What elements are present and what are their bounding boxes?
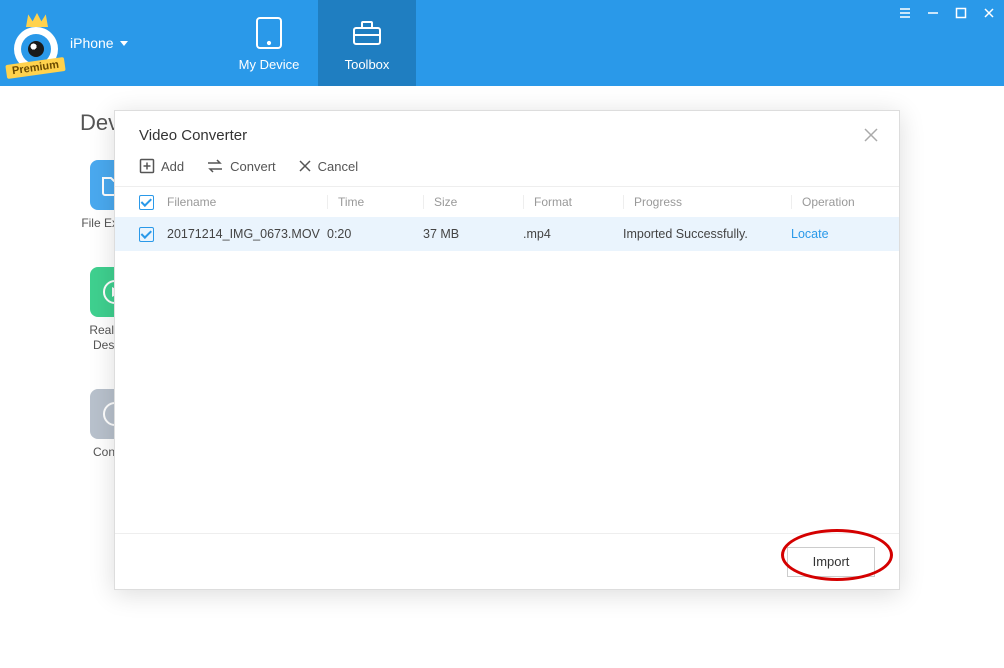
toolbox-icon xyxy=(349,15,385,51)
nav-tabs: My Device Toolbox xyxy=(220,0,416,86)
col-progress: Progress xyxy=(623,195,791,209)
col-size: Size xyxy=(423,195,523,209)
col-format: Format xyxy=(523,195,623,209)
cancel-button[interactable]: Cancel xyxy=(298,158,358,174)
window-maximize-button[interactable] xyxy=(952,4,970,22)
window-controls xyxy=(896,4,998,22)
locate-link[interactable]: Locate xyxy=(791,227,829,241)
premium-badge: Premium xyxy=(5,57,65,79)
cell-format: .mp4 xyxy=(523,227,623,241)
chevron-down-icon xyxy=(120,41,128,46)
table-header: Filename Time Size Format Progress Opera… xyxy=(115,187,899,217)
modal-footer: Import xyxy=(115,533,899,589)
modal-close-button[interactable] xyxy=(863,127,879,143)
convert-button[interactable]: Convert xyxy=(206,158,276,174)
video-converter-modal: Video Converter Add Convert Cancel Filen… xyxy=(114,110,900,590)
col-time: Time xyxy=(327,195,423,209)
app-header: Premium iPhone My Device Toolbox xyxy=(0,0,1004,86)
add-label: Add xyxy=(161,159,184,174)
window-minimize-button[interactable] xyxy=(924,4,942,22)
cancel-label: Cancel xyxy=(318,159,358,174)
convert-label: Convert xyxy=(230,159,276,174)
import-button[interactable]: Import xyxy=(787,547,875,577)
add-button[interactable]: Add xyxy=(139,158,184,174)
cell-filename: 20171214_IMG_0673.MOV xyxy=(167,227,327,241)
select-all-checkbox[interactable] xyxy=(139,195,154,210)
tablet-icon xyxy=(251,15,287,51)
device-selector[interactable]: iPhone xyxy=(70,35,128,51)
tab-my-device[interactable]: My Device xyxy=(220,0,318,86)
cell-size: 37 MB xyxy=(423,227,523,241)
window-close-button[interactable] xyxy=(980,4,998,22)
tab-label: My Device xyxy=(239,57,300,72)
device-label: iPhone xyxy=(70,35,114,51)
app-logo-icon: Premium xyxy=(8,15,64,71)
modal-toolbar: Add Convert Cancel xyxy=(115,152,899,187)
row-checkbox[interactable] xyxy=(139,227,154,242)
tab-toolbox[interactable]: Toolbox xyxy=(318,0,416,86)
import-label: Import xyxy=(813,554,850,569)
crown-icon xyxy=(26,13,48,27)
col-operation: Operation xyxy=(791,195,875,209)
cell-time: 0:20 xyxy=(327,227,423,241)
tab-label: Toolbox xyxy=(345,57,390,72)
window-menu-button[interactable] xyxy=(896,4,914,22)
modal-title: Video Converter xyxy=(139,127,247,144)
cell-progress: Imported Successfully. xyxy=(623,227,791,241)
modal-header: Video Converter xyxy=(115,111,899,152)
logo-area: Premium iPhone xyxy=(0,0,220,86)
table-row[interactable]: 20171214_IMG_0673.MOV 0:20 37 MB .mp4 Im… xyxy=(115,217,899,251)
col-filename: Filename xyxy=(167,195,327,209)
